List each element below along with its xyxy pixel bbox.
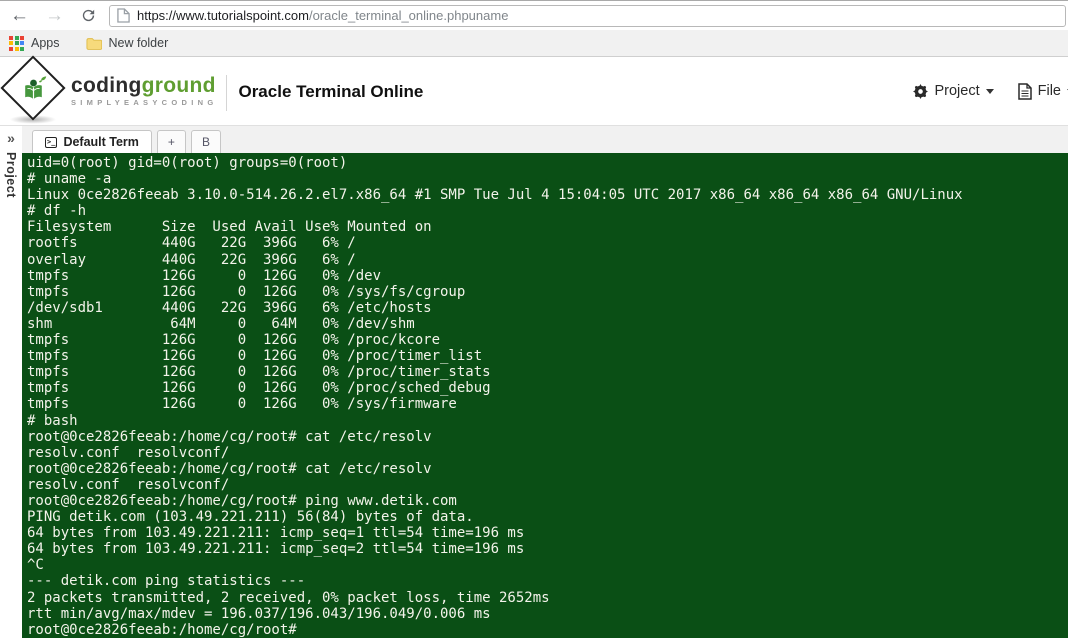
bookmark-new-folder[interactable]: New folder [85, 36, 169, 50]
bookmark-apps[interactable]: Apps [9, 35, 60, 51]
terminal-line: resolv.conf resolvconf/ [27, 476, 230, 493]
browser-toolbar: ← → https://www.tutorialspoint.com/oracl… [0, 1, 1068, 30]
address-bar[interactable]: https://www.tutorialspoint.com/oracle_te… [109, 4, 1066, 27]
project-menu-button[interactable]: Project [913, 83, 994, 99]
terminal-line: rootfs 440G 22G 396G 6% / [27, 235, 356, 252]
terminal-line: PING detik.com (103.49.221.211) 56(84) b… [27, 509, 474, 526]
terminal-line: tmpfs 126G 0 126G 0% /dev [27, 267, 382, 284]
terminal-line: resolv.conf resolvconf/ [27, 444, 230, 461]
terminal-line: tmpfs 126G 0 126G 0% /proc/timer_stats [27, 364, 491, 381]
file-menu-button[interactable]: File [1017, 82, 1068, 100]
terminal-line: Linux 0ce2826feeab 3.10.0-514.26.2.el7.x… [27, 187, 963, 204]
url-path: /oracle_terminal_online.phpuname [308, 8, 509, 23]
terminal-line: tmpfs 126G 0 126G 0% /proc/sched_debug [27, 380, 491, 397]
back-button[interactable]: ← [10, 6, 29, 25]
terminal-line: root@0ce2826feeab:/home/cg/root# cat /et… [27, 460, 432, 477]
header-divider [226, 75, 228, 111]
project-sidebar: » Project [0, 126, 22, 638]
project-menu-label: Project [934, 83, 980, 99]
folder-icon [85, 37, 102, 50]
sidebar-project-label[interactable]: Project [4, 152, 18, 198]
terminal-line: root@0ce2826feeab:/home/cg/root# [27, 621, 297, 638]
terminal-line: 64 bytes from 103.49.221.211: icmp_seq=1… [27, 525, 525, 542]
terminal-line: root@0ce2826feeab:/home/cg/root# ping ww… [27, 492, 457, 509]
terminal-line: --- detik.com ping statistics --- [27, 573, 306, 590]
brand-coding: coding [71, 74, 142, 97]
file-menu-label: File [1037, 83, 1061, 99]
bookmark-label: Apps [31, 36, 60, 50]
terminal-line: overlay 440G 22G 396G 6% / [27, 251, 356, 268]
bookmarks-bar: Apps New folder [0, 30, 1068, 57]
tab-label: Default Term [63, 135, 139, 149]
terminal-line: uid=0(root) gid=0(root) groups=0(root) [27, 155, 348, 171]
terminal-output[interactable]: uid=0(root) gid=0(root) groups=0(root) # … [22, 153, 1068, 638]
url-text: https://www.tutorialspoint.com/oracle_te… [137, 8, 508, 23]
tutorialspoint-emblem-icon [25, 76, 47, 100]
terminal-line: # uname -a [27, 171, 112, 188]
terminal-line: # bash [27, 412, 78, 429]
terminal-line: Filesystem Size Used Avail Use% Mounted … [27, 219, 432, 236]
terminal-line: ^C [27, 557, 44, 574]
browser-window: ← → https://www.tutorialspoint.com/oracl… [0, 0, 1068, 638]
brand-tagline: SIMPLYEASYCODING [71, 98, 218, 107]
terminal-line: /dev/sdb1 440G 22G 396G 6% /etc/hosts [27, 299, 432, 316]
gear-icon [913, 83, 929, 99]
tab-b[interactable]: B [190, 130, 221, 153]
tutorialspoint-diamond-logo [0, 55, 67, 124]
workspace: » Project >_ Default Term + B uid=0(root… [0, 125, 1068, 638]
terminal-tabstrip: >_ Default Term + B [22, 126, 1068, 153]
reload-icon[interactable] [80, 7, 97, 24]
terminal-icon: >_ [45, 136, 58, 148]
terminal-line: tmpfs 126G 0 126G 0% /proc/timer_list [27, 348, 483, 365]
terminal-line: rtt min/avg/max/mdev = 196.037/196.043/1… [27, 605, 491, 622]
expand-sidebar-button[interactable]: » [7, 130, 15, 146]
apps-grid-icon [9, 35, 24, 51]
brand-text: codingground SIMPLYEASYCODING [71, 74, 218, 108]
file-icon [1017, 82, 1032, 100]
terminal-line: root@0ce2826feeab:/home/cg/root# cat /et… [27, 428, 432, 445]
terminal-line: 2 packets transmitted, 2 received, 0% pa… [27, 589, 550, 606]
terminal-line: 64 bytes from 103.49.221.211: icmp_seq=2… [27, 541, 525, 558]
terminal-line: shm 64M 0 64M 0% /dev/shm [27, 315, 415, 332]
site-header: codingground SIMPLYEASYCODING Oracle Ter… [0, 55, 1068, 125]
add-terminal-tab-button[interactable]: + [156, 130, 186, 153]
brand-ground: ground [141, 74, 216, 97]
page-title: Oracle Terminal Online [238, 82, 424, 101]
bookmark-label: New folder [108, 36, 169, 50]
page-icon [117, 8, 130, 23]
terminal-panel: >_ Default Term + B uid=0(root) gid=0(ro… [22, 126, 1068, 638]
codingground-logo[interactable]: codingground SIMPLYEASYCODING [0, 55, 218, 124]
header-menus: Project File [913, 82, 1068, 100]
tab-default-term[interactable]: >_ Default Term [32, 130, 152, 153]
terminal-line: # df -h [27, 203, 87, 220]
terminal-line: tmpfs 126G 0 126G 0% /sys/fs/cgroup [27, 283, 466, 300]
chevron-down-icon [985, 89, 994, 98]
url-host: https://www.tutorialspoint.com [137, 8, 309, 23]
terminal-line: tmpfs 126G 0 126G 0% /sys/firmware [27, 396, 457, 413]
forward-button[interactable]: → [45, 6, 64, 25]
terminal-line: tmpfs 126G 0 126G 0% /proc/kcore [27, 332, 441, 349]
